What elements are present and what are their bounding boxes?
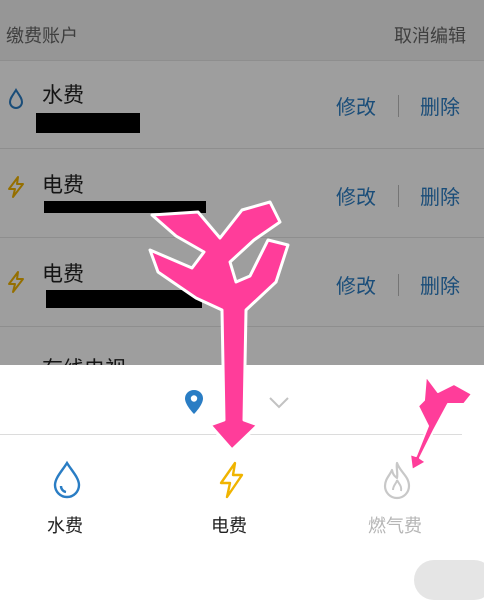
category-gas[interactable]: 燃气费 [350, 460, 440, 540]
sheet-divider [0, 434, 462, 435]
category-sheet: 水费 电费 燃气费 [0, 365, 484, 600]
category-water[interactable]: 水费 [20, 460, 110, 540]
category-label: 水费 [47, 516, 83, 537]
lightning-icon [214, 460, 248, 500]
flame-icon [380, 460, 414, 500]
dim-overlay[interactable] [0, 0, 484, 365]
location-pin-icon [184, 389, 204, 419]
water-drop-icon [50, 460, 84, 500]
chevron-down-icon [268, 395, 290, 414]
category-label: 电费 [211, 516, 247, 537]
category-electricity[interactable]: 电费 [184, 460, 274, 540]
category-label: 燃气费 [368, 516, 422, 537]
corner-handle [414, 560, 484, 600]
location-selector[interactable] [180, 387, 300, 417]
